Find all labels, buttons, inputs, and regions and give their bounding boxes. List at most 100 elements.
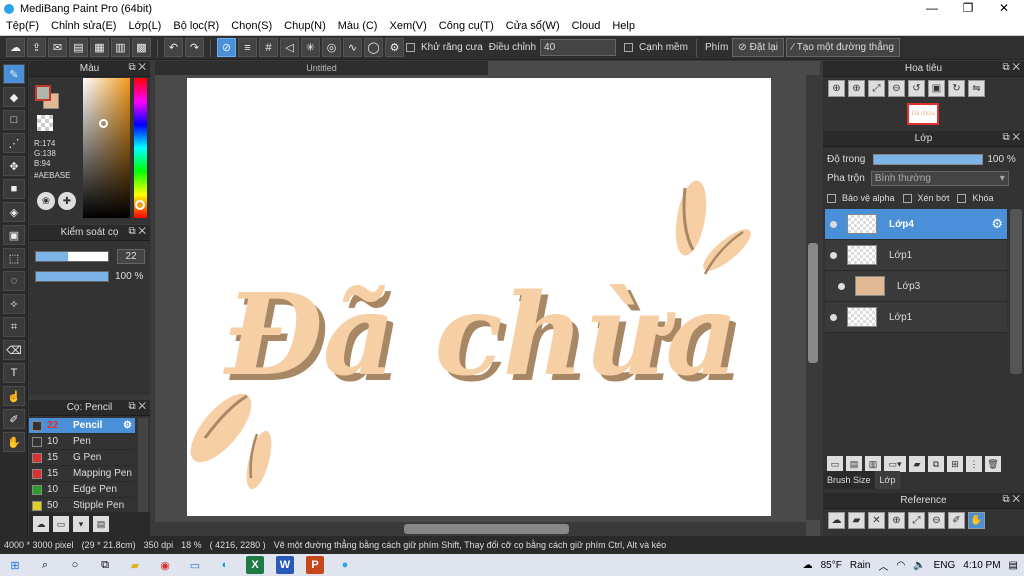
panel-close-icon[interactable]: ⧉ ✕	[1002, 62, 1020, 73]
canvas-vertical-scrollbar[interactable]	[806, 75, 820, 520]
lasso-tool-icon[interactable]: ◌	[3, 271, 25, 291]
palette-icon[interactable]: ❀	[37, 192, 55, 210]
add-brush-icon[interactable]: ▾	[73, 516, 89, 532]
folder-icon[interactable]: ▰	[909, 456, 925, 472]
close-button[interactable]: ✕	[986, 0, 1022, 17]
gear-icon[interactable]: ⚙	[991, 216, 1003, 232]
zoom-in-icon[interactable]: ⊕	[828, 79, 845, 97]
menu-cloud[interactable]: Cloud	[566, 20, 607, 32]
panel-close-icon[interactable]: ⧉ ✕	[128, 401, 146, 412]
actual-size-icon[interactable]: ▣	[928, 79, 945, 97]
new-1bit-layer-icon[interactable]: ▥	[865, 456, 881, 472]
layer-row[interactable]: Lớp1	[825, 240, 1007, 271]
panel-close-icon[interactable]: ⧉ ✕	[128, 62, 146, 73]
select-tool-icon[interactable]: ⬚	[3, 248, 25, 268]
menu-help[interactable]: Help	[606, 20, 641, 32]
cortana-icon[interactable]: ○	[66, 556, 84, 574]
visibility-icon[interactable]	[838, 282, 845, 290]
menu-snap[interactable]: Chụp(N)	[278, 20, 332, 32]
tab-layer[interactable]: Lớp	[875, 471, 901, 489]
add-layer-menu-icon[interactable]: ▭▾	[884, 456, 906, 472]
new-layer-icon[interactable]: ▭	[827, 456, 843, 472]
menu-tools[interactable]: Công cụ(T)	[433, 20, 500, 32]
dropper-icon[interactable]: ✐	[948, 511, 965, 529]
rotate-left-icon[interactable]: ↺	[908, 79, 925, 97]
brush-menu-icon[interactable]: ▤	[93, 516, 109, 532]
canvas-tab[interactable]: Untitled	[155, 61, 488, 75]
open-folder-icon[interactable]: ▰	[848, 511, 865, 529]
menu-select[interactable]: Chọn(S)	[225, 20, 278, 32]
brush-size-slider[interactable]	[35, 251, 109, 262]
hand-tool-icon[interactable]: ✋	[3, 432, 25, 452]
correction-select[interactable]: 40	[540, 39, 617, 56]
visibility-icon[interactable]	[830, 251, 837, 259]
primary-color-swatch[interactable]	[35, 85, 51, 101]
snap-ellipse-icon[interactable]: ◯	[364, 38, 383, 57]
cloud-brush-icon[interactable]: ☁	[33, 516, 49, 532]
eraser-tool-icon[interactable]: ◆	[3, 87, 25, 107]
dot-tool-icon[interactable]: ⋰	[3, 133, 25, 153]
wifi-icon[interactable]: ◠	[896, 560, 905, 571]
chrome-icon[interactable]: ◉	[156, 556, 174, 574]
menu-layer[interactable]: Lớp(L)	[122, 20, 167, 32]
brush-tool-icon[interactable]: ✎	[3, 64, 25, 84]
fit-icon[interactable]: ⤢	[868, 79, 885, 97]
brush-list-scrollbar[interactable]	[138, 418, 148, 513]
layer-menu-icon[interactable]: ⋮	[966, 456, 982, 472]
snap-circle-icon[interactable]: ◎	[322, 38, 341, 57]
new-halftone-layer-icon[interactable]: ▤	[846, 456, 862, 472]
zoom-out-icon[interactable]: ⊖	[928, 511, 945, 529]
menu-view[interactable]: Xem(V)	[383, 20, 432, 32]
canvas-horizontal-scrollbar[interactable]	[155, 522, 806, 536]
gradient-tool-icon[interactable]: ▣	[3, 225, 25, 245]
snap-settings-icon[interactable]: ⚙	[385, 38, 404, 57]
tray-chevron-icon[interactable]: ︿	[878, 558, 888, 573]
layer-opacity-slider[interactable]	[873, 153, 984, 165]
palette-add-icon[interactable]: ✚	[58, 192, 76, 210]
bucket-tool-icon[interactable]: ◈	[3, 202, 25, 222]
snap-vanish-icon[interactable]: ◁	[280, 38, 299, 57]
hue-slider[interactable]	[134, 78, 147, 218]
task-view-icon[interactable]: ⧉	[96, 556, 114, 574]
rotate-right-icon[interactable]: ↻	[948, 79, 965, 97]
language-indicator[interactable]: ENG	[934, 560, 956, 571]
menu-filter[interactable]: Bộ lọc(R)	[167, 20, 225, 32]
menu-edit[interactable]: Chỉnh sửa(E)	[45, 20, 122, 32]
layer-row[interactable]: Lớp4 ⚙	[825, 209, 1007, 240]
cloud-icon[interactable]: ☁	[6, 38, 25, 57]
panel-close-icon[interactable]: ⧉ ✕	[1002, 132, 1020, 143]
panel-close-icon[interactable]: ⧉ ✕	[1002, 494, 1020, 505]
chat-icon[interactable]: ✉	[48, 38, 67, 57]
edge-icon[interactable]: ◐	[216, 556, 234, 574]
reset-button[interactable]: ⊘ Đặt lại	[732, 38, 785, 57]
maximize-button[interactable]: ❐	[950, 0, 986, 17]
vertical-scroll-thumb[interactable]	[808, 243, 818, 363]
menu-color[interactable]: Màu (C)	[332, 20, 384, 32]
medibang-taskbar-icon[interactable]: ●	[336, 556, 354, 574]
word-icon[interactable]: W	[276, 556, 294, 574]
gear-icon[interactable]: ⚙	[123, 420, 132, 431]
protect-alpha-checkbox[interactable]	[827, 193, 836, 203]
zoom-in-alt-icon[interactable]: ⊕	[848, 79, 865, 97]
merge-layer-icon[interactable]: ⊞	[947, 456, 963, 472]
layer-list-scrollbar[interactable]	[1010, 209, 1022, 374]
brush-item-pen[interactable]: 10 Pen	[29, 434, 135, 450]
hue-cursor[interactable]	[135, 200, 145, 210]
clipping-checkbox[interactable]	[902, 193, 912, 203]
select-eraser-tool-icon[interactable]: ⌫	[3, 340, 25, 360]
excel-icon[interactable]: X	[246, 556, 264, 574]
brush-item-pencil[interactable]: 22 Pencil ⚙	[29, 418, 135, 434]
brush-size-value[interactable]: 22	[117, 249, 145, 264]
trash-icon[interactable]: 🗑	[985, 456, 1001, 472]
snap-parallel-icon[interactable]: ≡	[238, 38, 257, 57]
layer-row[interactable]: Lớp1	[825, 302, 1007, 333]
snap-off-icon[interactable]: ⊘	[217, 38, 236, 57]
brush-item-g-pen[interactable]: 15 G Pen	[29, 450, 135, 466]
comment-icon[interactable]: ▤	[69, 38, 88, 57]
page-icon[interactable]: ▦	[90, 38, 109, 57]
move-tool-icon[interactable]: ✥	[3, 156, 25, 176]
hand-icon[interactable]: ✋	[968, 511, 985, 529]
canvas-page[interactable]: Đã chừa Đã chừa	[187, 78, 771, 516]
horizontal-scroll-thumb[interactable]	[404, 524, 569, 534]
saturation-value-picker[interactable]	[83, 78, 130, 218]
